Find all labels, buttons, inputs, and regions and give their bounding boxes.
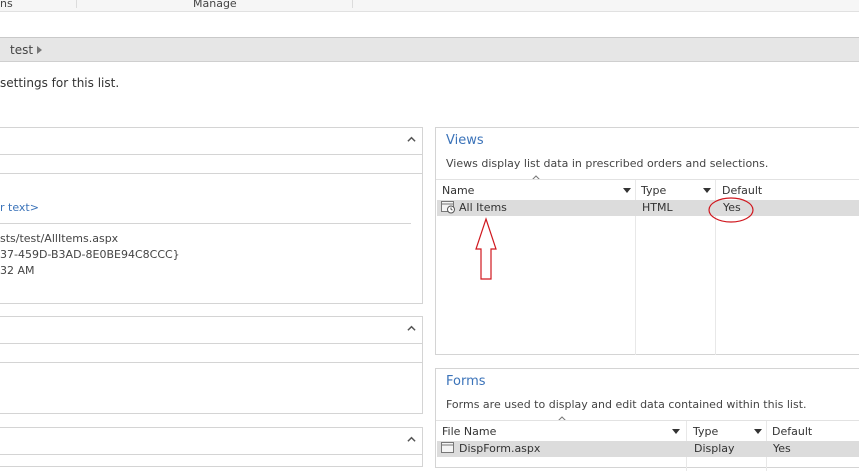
annotation-ellipse-icon [708,197,754,223]
annotation-arrow-icon [475,217,497,280]
annotation-layer [475,197,754,280]
